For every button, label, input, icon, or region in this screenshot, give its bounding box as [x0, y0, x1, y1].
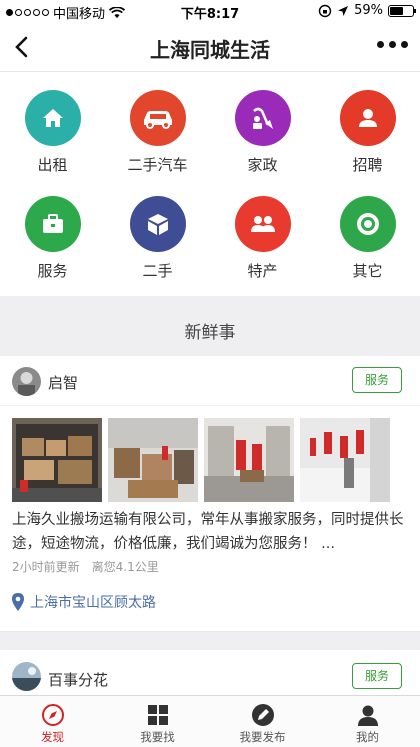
post-header: 百事分花 服务 — [0, 650, 420, 700]
post-photo[interactable] — [204, 418, 294, 502]
nav-bar: 上海同城生活 — [0, 22, 420, 72]
category-label: 二手 — [142, 262, 173, 280]
category-label: 二手汽车 — [127, 156, 188, 174]
tab-bar: 发现 我要找 我要发布 我的 — [0, 695, 420, 747]
section-header: 新鲜事 — [0, 296, 420, 356]
category-label: 出租 — [37, 156, 68, 174]
section-title: 新鲜事 — [184, 323, 236, 343]
box-icon — [129, 196, 186, 252]
target-icon — [339, 196, 396, 252]
more-icon[interactable] — [377, 41, 408, 48]
category-specialty[interactable]: 特产 — [210, 196, 315, 281]
category-grid: 出租 二手汽车 家政 招聘 服务 二手 特产 其它 — [0, 72, 420, 296]
home-icon — [24, 90, 81, 146]
status-bar: 中国移动 下午8:17 59% — [0, 0, 420, 22]
tab-publish[interactable]: 我要发布 — [210, 696, 315, 747]
tab-discover[interactable]: 发现 — [0, 696, 105, 747]
post-photo[interactable] — [12, 418, 102, 502]
battery-icon — [388, 4, 416, 17]
category-service[interactable]: 服务 — [0, 196, 105, 281]
post-photo[interactable] — [300, 418, 390, 502]
user-name[interactable]: 百事分花 — [48, 669, 108, 690]
page-title: 上海同城生活 — [150, 38, 270, 62]
card-divider — [0, 632, 420, 650]
category-rent[interactable]: 出租 — [0, 90, 105, 175]
photo-strip — [12, 418, 390, 502]
service-tag-button[interactable]: 服务 — [352, 663, 402, 689]
tab-label: 我要发布 — [239, 730, 286, 744]
post-photo[interactable] — [108, 418, 198, 502]
battery-percent: 59% — [354, 3, 383, 18]
location-text: 上海市宝山区顾太路 — [30, 595, 156, 611]
service-tag-button[interactable]: 服务 — [352, 367, 402, 393]
tab-label: 我的 — [356, 730, 379, 744]
compass-icon — [41, 704, 64, 726]
category-other[interactable]: 其它 — [315, 196, 420, 281]
category-recruit[interactable]: 招聘 — [315, 90, 420, 175]
cleaning-icon — [234, 90, 291, 146]
category-housekeeping[interactable]: 家政 — [210, 90, 315, 175]
category-label: 服务 — [37, 262, 68, 280]
post-card[interactable]: 百事分花 服务 — [0, 650, 420, 695]
category-label: 家政 — [247, 156, 278, 174]
pencil-icon — [251, 704, 274, 726]
post-time: 2小时前更新 — [12, 560, 80, 574]
person-icon — [339, 90, 396, 146]
category-second-hand[interactable]: 二手 — [105, 196, 210, 281]
location-pin-icon — [12, 593, 24, 611]
avatar[interactable] — [12, 662, 41, 691]
location-arrow-icon — [338, 5, 349, 16]
tab-mine[interactable]: 我的 — [315, 696, 420, 747]
post-distance: 离您4.1公里 — [91, 560, 159, 574]
post-text[interactable]: 上海久业搬场运输有限公司，常年从事搬家服务，同时提供长途，短途物流，价格低廉，我… — [12, 508, 408, 556]
briefcase-icon — [24, 196, 81, 252]
avatar[interactable] — [12, 367, 41, 396]
post-card[interactable]: 启智 服务 上海久业搬场运输有限公司，常年从事搬家服务，同时提供长途，短途物流，… — [0, 356, 420, 632]
tab-find[interactable]: 我要找 — [105, 696, 210, 747]
grid-icon — [147, 705, 168, 725]
post-location[interactable]: 上海市宝山区顾太路 — [12, 588, 156, 616]
tab-label: 我要找 — [140, 730, 175, 744]
car-icon — [129, 90, 186, 146]
post-header: 启智 服务 — [0, 356, 420, 406]
post-meta: 2小时前更新 离您4.1公里 — [12, 558, 159, 575]
category-label: 特产 — [247, 262, 278, 280]
category-label: 招聘 — [352, 156, 383, 174]
user-icon — [357, 705, 378, 726]
rotation-lock-icon — [318, 4, 332, 17]
tab-label: 发现 — [41, 730, 64, 744]
status-right: 59% — [318, 3, 416, 18]
category-label: 其它 — [352, 262, 383, 280]
category-used-car[interactable]: 二手汽车 — [105, 90, 210, 175]
user-name[interactable]: 启智 — [48, 372, 78, 393]
people-icon — [234, 196, 291, 252]
